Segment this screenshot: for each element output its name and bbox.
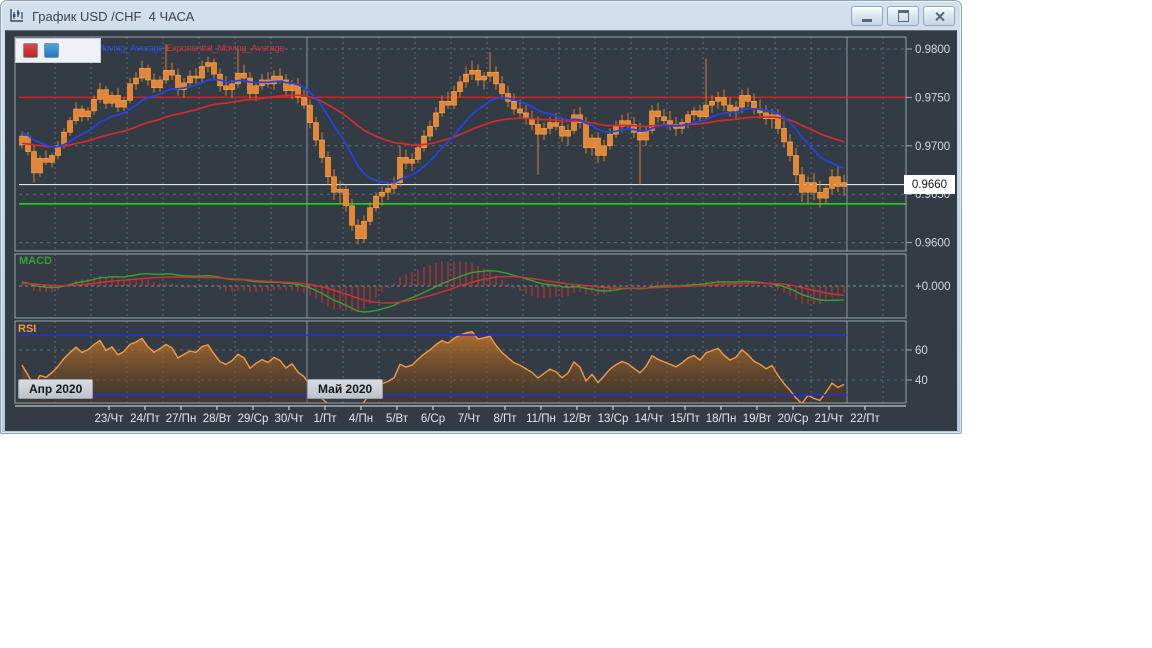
macd-panel-label: MACD [19, 255, 52, 267]
date-tick-label: 8/Пт [493, 413, 517, 425]
date-tick-label: 28/Вт [203, 413, 232, 425]
date-tick-label: 27/Пн [166, 413, 197, 425]
date-tick-label: 13/Ср [598, 413, 629, 425]
date-tick-label: 20/Ср [778, 413, 809, 425]
date-tick-label: 4/Пн [349, 413, 373, 425]
month-badge-april: Апр 2020 [18, 379, 94, 399]
macd-zero-label: +0.000 [915, 281, 951, 293]
date-tick-label: 24/Пт [130, 413, 160, 425]
date-tick-label: 5/Вт [386, 413, 409, 425]
ema-layer [21, 78, 845, 184]
macd-signal-line [21, 275, 845, 304]
price-tick-label: 0.9600 [915, 238, 950, 250]
price-tick-label: 0.9750 [915, 92, 950, 104]
ema-fast-line [21, 78, 845, 184]
price-tick-label: 0.9800 [915, 44, 950, 56]
price-axis: 0.98000.97500.97000.96500.9600+0.0006040 [906, 44, 951, 387]
legend-ema-slow-label: Exponential_Moving_Average [166, 43, 285, 54]
minimize-icon [862, 18, 872, 22]
price-levels [19, 96, 906, 205]
rsi-tick-label: 40 [915, 375, 928, 387]
date-tick-label: 19/Вт [743, 413, 772, 425]
date-tick-label: 30/Чт [275, 413, 305, 425]
date-tick-label: 14/Чт [635, 413, 665, 425]
date-tick-label: 7/Чт [458, 413, 481, 425]
rsi-tick-label: 60 [915, 345, 928, 357]
date-tick-label: 22/Пт [850, 413, 880, 425]
window-title: График USD /CHF 4 ЧАСА [32, 8, 195, 24]
legend-box [15, 38, 101, 63]
candles-layer [19, 44, 847, 245]
blue-series-button[interactable] [44, 43, 59, 58]
restore-button[interactable] [887, 6, 919, 26]
date-tick-label: 18/Пн [706, 413, 737, 425]
date-tick-label: 21/Чт [815, 413, 845, 425]
close-icon [934, 11, 945, 22]
titlebar[interactable]: График USD /CHF 4 ЧАСА [8, 4, 955, 28]
red-series-button[interactable] [23, 43, 38, 58]
date-tick-label: 1/Пт [313, 413, 337, 425]
close-button[interactable] [923, 6, 955, 26]
date-tick-label: 29/Ср [238, 413, 269, 425]
chart-client: 0.9800 0.9750 0.9700 0.9650 0.9600 +0.000 60 40… [5, 30, 957, 431]
macd-line [21, 269, 845, 313]
date-tick-label: 11/Пн [526, 413, 556, 425]
month-badge-may: Май 2020 [307, 379, 384, 399]
chart-canvas[interactable]: 0.98000.97500.97000.96500.9600+0.0006040… [5, 31, 957, 431]
current-price-badge: 0.9660 [904, 175, 955, 194]
date-tick-label: 15/Пт [670, 413, 700, 425]
rsi-panel-label: RSI [18, 323, 37, 335]
macd-layer [21, 261, 845, 313]
date-axis: 23/Чт 24/Пт 27/Пн 28/Вт 29/Ср 30/Чт 1/Пт 4/Пн 5/… [15, 405, 906, 425]
ema-slow-line [21, 94, 845, 148]
restore-icon [897, 10, 909, 22]
rsi-layer [19, 330, 847, 403]
minimize-button[interactable] [851, 6, 883, 26]
app-icon [10, 9, 23, 22]
date-tick-label: 12/Вт [563, 413, 592, 425]
price-tick-label: 0.9700 [915, 141, 950, 153]
window-controls [851, 6, 955, 26]
date-tick-label: 23/Чт [95, 413, 125, 425]
chart-window: График USD /CHF 4 ЧАСА 0.9800 0.9750 0.970… [0, 0, 962, 434]
date-tick-label: 6/Ср [421, 413, 445, 425]
